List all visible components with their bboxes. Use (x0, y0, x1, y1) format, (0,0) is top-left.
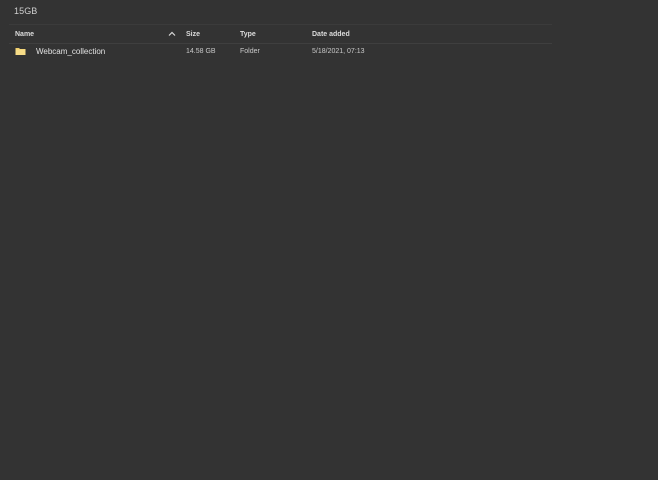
file-size: 14.58 GB (186, 48, 216, 55)
column-header-type[interactable]: Type (240, 31, 256, 38)
column-header-name[interactable]: Name (15, 31, 34, 38)
file-name[interactable]: Webcam_collection (36, 47, 105, 56)
header-divider (9, 43, 552, 44)
file-browser: 15GB Name Size Type Date added Webcam_co… (0, 0, 658, 480)
folder-title: 15GB (14, 6, 38, 16)
file-type: Folder (240, 48, 260, 55)
table-header: Name Size Type Date added (9, 27, 552, 43)
column-header-size[interactable]: Size (186, 31, 200, 38)
folder-icon (15, 48, 26, 55)
table-row[interactable]: Webcam_collection 14.58 GB Folder 5/18/2… (9, 45, 552, 59)
chevron-up-icon[interactable] (167, 29, 177, 39)
file-date-added: 5/18/2021, 07:13 (312, 48, 365, 55)
column-header-date-added[interactable]: Date added (312, 31, 350, 38)
top-divider (9, 24, 552, 25)
